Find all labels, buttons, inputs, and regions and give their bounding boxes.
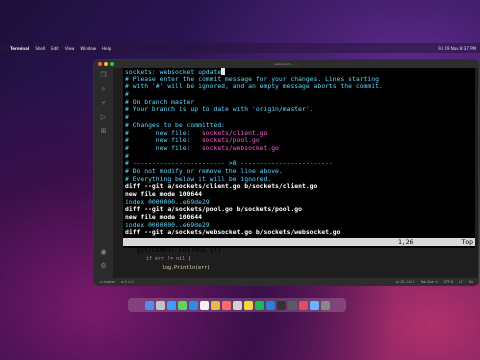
language-indicator[interactable]: Go	[469, 280, 473, 284]
encoding-indicator[interactable]: UTF-8	[444, 280, 453, 284]
menu-app-name[interactable]: Terminal	[10, 46, 29, 51]
problems-indicator[interactable]: ⊗ 0 ⚠ 0	[121, 280, 134, 284]
menu-shell[interactable]: Shell	[35, 46, 45, 51]
minimize-button[interactable]	[104, 62, 108, 66]
spotify-icon[interactable]	[254, 300, 264, 310]
window-title: websocket — ...	[274, 62, 298, 66]
search-icon[interactable]: ⌕	[99, 85, 108, 94]
terminal-line-text: diff --git a/sockets/websocket.go b/sock…	[125, 228, 341, 237]
close-button[interactable]	[98, 62, 102, 66]
notes-icon[interactable]	[243, 300, 253, 310]
eol-indicator[interactable]: LF	[459, 280, 463, 284]
menu-help[interactable]: Help	[102, 46, 111, 51]
line-col-indicator[interactable]: Ln 26, Col 1	[396, 280, 415, 284]
music-icon[interactable]	[298, 300, 308, 310]
zoom-button[interactable]	[110, 62, 114, 66]
status-filename: .git/COMMIT_EDITMSG [+]	[132, 246, 222, 254]
dock	[128, 298, 346, 312]
calendar-icon[interactable]	[221, 300, 231, 310]
trash-icon[interactable]	[320, 300, 330, 310]
code-line: if err != nil {	[146, 256, 192, 262]
activity-bar: ❐ ⌕ ⑂ ▷ ⊞ ◉ ⚙	[94, 68, 113, 279]
gear-icon[interactable]: ⚙	[99, 262, 108, 271]
terminal-line: # with '#' will be ignored, and an empty…	[125, 83, 475, 91]
contacts-icon[interactable]	[232, 300, 242, 310]
window-titlebar[interactable]: websocket — ...	[94, 60, 478, 68]
explorer-icon[interactable]: ❐	[99, 71, 108, 80]
terminal-line: diff --git a/sockets/websocket.go b/sock…	[125, 229, 475, 237]
photos-icon[interactable]	[210, 300, 220, 310]
extensions-icon[interactable]: ⊞	[99, 127, 108, 136]
terminal-line: # Your branch is up to date with 'origin…	[125, 106, 475, 114]
vscode-icon[interactable]	[265, 300, 275, 310]
vim-terminal[interactable]: sockets: websocket update # Please enter …	[123, 68, 475, 248]
finder-icon[interactable]	[144, 300, 154, 310]
messages-icon[interactable]	[177, 300, 187, 310]
safari-icon[interactable]	[166, 300, 176, 310]
terminal-icon[interactable]	[276, 300, 286, 310]
status-cursor-position: 1,26	[398, 238, 414, 246]
maps-icon[interactable]	[199, 300, 209, 310]
menu-window[interactable]: Window	[80, 46, 96, 51]
terminal-line: # new file: sockets/websocket.go	[125, 143, 475, 153]
source-control-icon[interactable]: ⑂	[99, 99, 108, 108]
terminal-line-text: # new file:	[125, 143, 202, 152]
traffic-lights	[98, 62, 114, 66]
run-debug-icon[interactable]: ▷	[99, 113, 108, 122]
status-scroll: Top	[461, 238, 473, 246]
terminal-line-text: # Your branch is up to date with 'origin…	[125, 105, 314, 114]
launchpad-icon[interactable]	[155, 300, 165, 310]
settings-icon[interactable]	[287, 300, 297, 310]
menu-bar: Terminal Shell Edit View Window Help Fri…	[0, 43, 480, 53]
mail-icon[interactable]	[188, 300, 198, 310]
background-code: if err != nil { log.Println(err)	[146, 255, 210, 273]
staged-file-name: sockets/websocket.go	[201, 143, 279, 152]
menu-edit[interactable]: Edit	[51, 46, 59, 51]
branch-indicator[interactable]: ⎇ master	[99, 280, 115, 284]
menu-clock[interactable]: Fri 19 Nov 8:37 PM	[438, 46, 476, 51]
app-store-icon[interactable]	[309, 300, 319, 310]
vim-status-line: .git/COMMIT_EDITMSG [+] 1,26 Top	[123, 238, 475, 254]
terminal-line-text: # with '#' will be ignored, and an empty…	[125, 82, 383, 91]
editor-status-bar: ⎇ master ⊗ 0 ⚠ 0 Ln 26, Col 1 Tab Size: …	[93, 278, 479, 286]
code-line: log.Println(err)	[162, 265, 211, 271]
tab-size-indicator[interactable]: Tab Size: 4	[421, 280, 438, 284]
menu-view[interactable]: View	[65, 46, 75, 51]
account-icon[interactable]: ◉	[99, 248, 108, 257]
